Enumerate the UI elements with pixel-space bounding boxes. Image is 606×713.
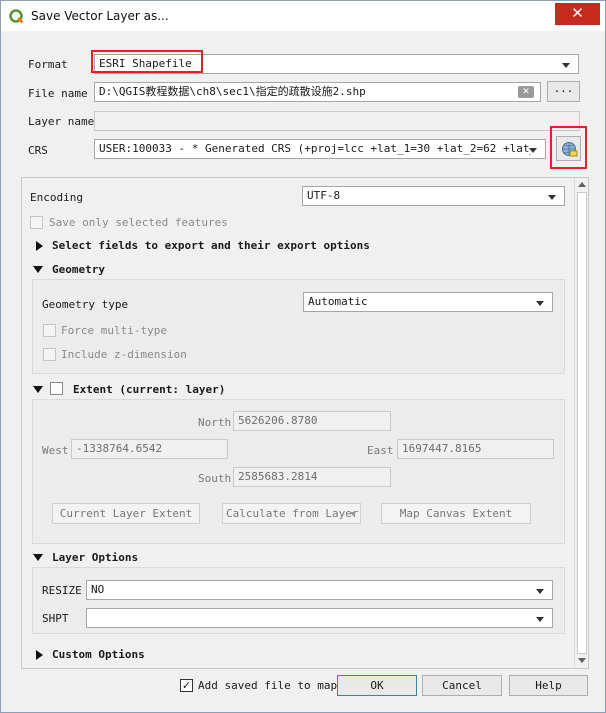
- scrollbar[interactable]: [574, 178, 588, 668]
- geometry-type-select[interactable]: Automatic: [303, 292, 553, 312]
- clear-icon[interactable]: ✕: [518, 86, 534, 98]
- include-z-checkbox[interactable]: [43, 348, 56, 361]
- expand-right-icon[interactable]: [36, 241, 43, 251]
- expand-right-icon[interactable]: [36, 650, 43, 660]
- custom-options-header[interactable]: Custom Options: [52, 648, 145, 661]
- cancel-button[interactable]: Cancel: [422, 675, 502, 696]
- calculate-from-layer-label: Calculate from Layer: [226, 507, 359, 520]
- help-button[interactable]: Help: [509, 675, 588, 696]
- window-title: Save Vector Layer as...: [31, 9, 169, 23]
- layer-options-header[interactable]: Layer Options: [52, 551, 138, 564]
- north-input[interactable]: 5626206.8780: [233, 411, 391, 431]
- add-to-map-label: Add saved file to map: [198, 679, 338, 692]
- layername-input[interactable]: [94, 111, 580, 131]
- browse-button[interactable]: ...: [547, 81, 580, 102]
- east-input[interactable]: 1697447.8165: [397, 439, 554, 459]
- extent-group: North 5626206.8780 West -1338764.6542 Ea…: [32, 399, 565, 544]
- south-input[interactable]: 2585683.2814: [233, 467, 391, 487]
- collapse-down-icon[interactable]: [33, 386, 43, 393]
- geometry-type-label: Geometry type: [42, 298, 129, 311]
- layer-options-group: RESIZE NO SHPT: [32, 567, 565, 634]
- encoding-value: UTF-8: [307, 189, 341, 202]
- resize-select[interactable]: NO: [86, 580, 553, 600]
- east-value: 1697447.8165: [402, 442, 482, 455]
- ok-button[interactable]: OK: [337, 675, 417, 696]
- encoding-select[interactable]: UTF-8: [302, 186, 565, 206]
- dropdown-arrow-icon: [350, 512, 356, 516]
- west-input[interactable]: -1338764.6542: [71, 439, 228, 459]
- save-vector-layer-dialog: Save Vector Layer as... ✕ Format ESRI Sh…: [0, 0, 606, 713]
- layername-label: Layer name: [28, 115, 95, 128]
- resize-label: RESIZE: [42, 584, 82, 597]
- north-label: North: [198, 416, 232, 429]
- format-highlight: [91, 50, 203, 73]
- format-label: Format: [28, 58, 68, 71]
- browse-label: ...: [553, 82, 574, 95]
- shpt-label: SHPT: [42, 612, 69, 625]
- geometry-type-value: Automatic: [308, 295, 368, 308]
- collapse-down-icon[interactable]: [33, 554, 43, 561]
- crs-select[interactable]: USER:100033 - * Generated CRS (+proj=lcc…: [94, 139, 546, 159]
- north-value: 5626206.8780: [238, 414, 318, 427]
- select-fields-header[interactable]: Select fields to export and their export…: [52, 239, 370, 252]
- east-label: East: [367, 444, 394, 457]
- options-scroll-area: Encoding UTF-8 Save only selected featur…: [21, 177, 589, 669]
- south-label: South: [198, 472, 232, 485]
- resize-value: NO: [91, 583, 105, 596]
- geometry-group: Geometry type Automatic Force multi-type…: [32, 279, 565, 374]
- qgis-logo-icon: [9, 9, 24, 24]
- south-value: 2585683.2814: [238, 470, 318, 483]
- force-multi-label: Force multi-type: [61, 324, 167, 337]
- extent-header[interactable]: Extent (current: layer): [73, 383, 225, 396]
- scrollbar-thumb[interactable]: [577, 192, 587, 654]
- save-selected-label: Save only selected features: [49, 216, 228, 229]
- encoding-label: Encoding: [30, 191, 83, 204]
- title-bar: Save Vector Layer as... ✕: [1, 1, 605, 31]
- add-to-map-checkbox[interactable]: ✓: [180, 679, 193, 692]
- filename-label: File name: [28, 87, 88, 100]
- filename-input[interactable]: D:\QGIS教程数据\ch8\sec1\指定的疏散设施2.shp: [94, 82, 541, 102]
- globe-icon: [562, 142, 578, 157]
- west-label: West: [42, 444, 69, 457]
- extent-checkbox[interactable]: [50, 382, 63, 395]
- filename-value: D:\QGIS教程数据\ch8\sec1\指定的疏散设施2.shp: [99, 85, 366, 98]
- calculate-from-layer-button[interactable]: Calculate from Layer: [222, 503, 361, 524]
- crs-label: CRS: [28, 144, 48, 157]
- include-z-label: Include z-dimension: [61, 348, 187, 361]
- shpt-select[interactable]: [86, 608, 553, 628]
- geometry-header[interactable]: Geometry: [52, 263, 105, 276]
- scroll-up-icon[interactable]: [578, 182, 586, 187]
- collapse-down-icon[interactable]: [33, 266, 43, 273]
- crs-selector-button[interactable]: [556, 136, 581, 161]
- west-value: -1338764.6542: [76, 442, 163, 455]
- save-selected-checkbox[interactable]: [30, 216, 43, 229]
- current-layer-extent-button[interactable]: Current Layer Extent: [52, 503, 200, 524]
- force-multi-checkbox[interactable]: [43, 324, 56, 337]
- scroll-down-icon[interactable]: [578, 658, 586, 663]
- close-button[interactable]: ✕: [555, 3, 600, 25]
- map-canvas-extent-button[interactable]: Map Canvas Extent: [381, 503, 531, 524]
- crs-value: USER:100033 - * Generated CRS (+proj=lcc…: [99, 142, 531, 155]
